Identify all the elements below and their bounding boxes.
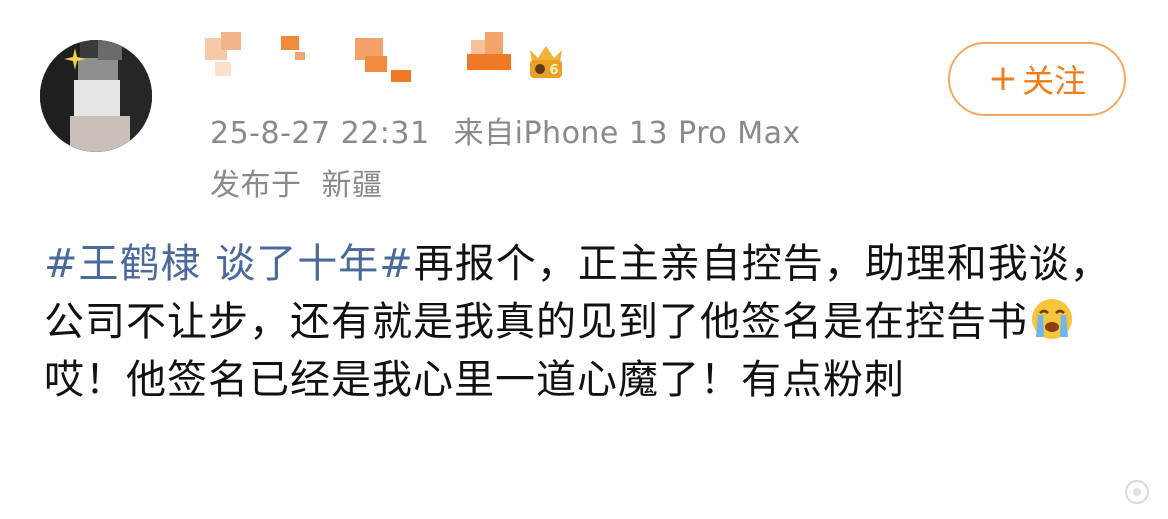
weibo-post: 6 25-8-27 22:31 来自iPhone 13 Pro Max 发布于 … <box>0 0 1168 519</box>
svg-text:6: 6 <box>549 63 558 78</box>
post-timestamp: 25-8-27 22:31 <box>210 116 430 151</box>
post-meta-time: 25-8-27 22:31 来自iPhone 13 Pro Max <box>210 108 801 152</box>
crying-face-emoji-icon <box>1032 299 1072 339</box>
post-source: 来自iPhone 13 Pro Max <box>453 116 801 151</box>
watermark-icon <box>1125 480 1149 504</box>
follow-button-label: 关注 <box>1022 62 1087 100</box>
location-prefix: 发布于 <box>210 168 302 203</box>
sparkle-icon <box>64 48 86 70</box>
username-pixelated[interactable] <box>205 32 545 84</box>
vip-badge-icon[interactable]: 6 <box>524 44 568 80</box>
topic-hashtag-link[interactable]: #王鹤棣 谈了十年# <box>44 241 414 287</box>
blurred-avatar-graphic <box>40 40 152 152</box>
follow-button[interactable]: + 关注 <box>948 42 1126 116</box>
post-content: #王鹤棣 谈了十年#再报个，正主亲自控告，助理和我谈，公司不让步，还有就是我真的… <box>44 235 1124 409</box>
post-meta-location: 发布于 新疆 <box>210 160 383 204</box>
plus-icon: + <box>987 58 1019 99</box>
post-text-part-2: 哎！他签名已经是我心里一道心魔了！有点粉刺 <box>44 357 905 403</box>
avatar[interactable] <box>40 40 152 152</box>
avatar-image <box>40 40 152 152</box>
post-location: 新疆 <box>321 168 383 203</box>
